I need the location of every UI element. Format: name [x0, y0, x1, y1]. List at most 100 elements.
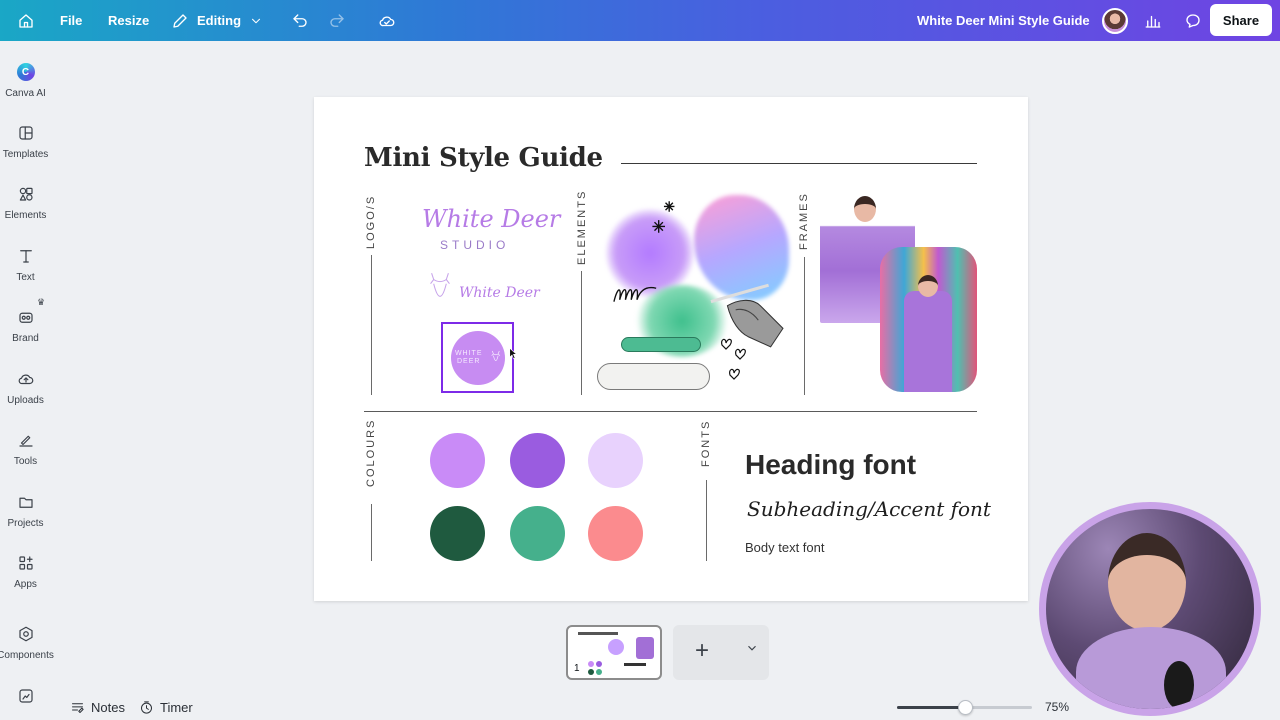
section-divider-horizontal: [364, 411, 977, 412]
templates-icon: [18, 126, 33, 140]
sidebar-item-canva-ai[interactable]: C Canva AI: [0, 49, 51, 107]
sidebar-item-brand[interactable]: Brand ♛: [0, 294, 51, 352]
pencil-icon: [173, 13, 187, 28]
zoom-slider[interactable]: [897, 700, 1032, 715]
brand-icon: [18, 312, 33, 323]
bar-chart-icon: [1145, 15, 1161, 28]
left-sidebar: C Canva AI Templates Elements Text Brand…: [0, 41, 54, 720]
green-pill-shape[interactable]: [621, 337, 701, 352]
home-icon: [19, 13, 33, 28]
subheading-font-sample[interactable]: Subheading/Accent font: [747, 497, 991, 521]
deer-head-icon: [491, 350, 501, 361]
chevron-down-icon: [252, 18, 261, 23]
page-title[interactable]: Mini Style Guide: [364, 143, 603, 173]
elements-icon: [19, 187, 33, 201]
sidebar-item-label: Canva AI: [5, 88, 46, 99]
thumb-title: [578, 632, 618, 635]
notes-button[interactable]: Notes: [70, 696, 125, 718]
microphone: [1164, 661, 1194, 709]
projects-icon: [18, 497, 33, 508]
sidebar-item-text[interactable]: Text: [0, 233, 51, 291]
section-divider: [581, 271, 582, 395]
body-font-sample[interactable]: Body text font: [745, 540, 825, 555]
frame-photo-colorful-backdrop[interactable]: [880, 247, 977, 392]
cloud-save-status[interactable]: [378, 0, 396, 41]
share-button[interactable]: Share: [1210, 4, 1272, 36]
sidebar-item-elements[interactable]: Elements: [0, 171, 51, 229]
colour-swatch[interactable]: [588, 433, 643, 488]
thumb-shape: [608, 639, 624, 655]
logo-wordmark-small: White Deer: [459, 285, 540, 301]
insights-button[interactable]: [1144, 0, 1162, 41]
text-icon: [19, 250, 32, 263]
sidebar-item-tools[interactable]: Tools: [0, 417, 51, 475]
resize-button[interactable]: Resize: [108, 0, 149, 41]
thumb-text: [624, 663, 646, 666]
redo-button[interactable]: [328, 0, 346, 41]
white-pill-shape[interactable]: [597, 363, 710, 390]
notes-label: Notes: [91, 699, 125, 715]
sidebar-item-components[interactable]: Components: [0, 611, 54, 669]
colour-swatch[interactable]: [430, 506, 485, 561]
colour-swatch[interactable]: [510, 433, 565, 488]
sidebar-item-label: Templates: [2, 149, 49, 160]
design-page[interactable]: Mini Style Guide LOGO/S White Deer STUDI…: [314, 97, 1028, 601]
photo-face: [918, 275, 938, 297]
cloud-check-icon: [379, 15, 395, 26]
chevron-down-icon[interactable]: [745, 641, 759, 655]
add-page-button[interactable]: +: [673, 625, 769, 680]
canva-ai-icon: C: [16, 63, 35, 81]
thumb-shape: [596, 669, 602, 675]
thumb-shape: [588, 661, 594, 667]
sidebar-item-uploads[interactable]: Uploads: [0, 356, 51, 414]
magic-media-icon: [18, 689, 33, 703]
badge-text: WHITE DEER: [454, 349, 483, 365]
components-icon: [18, 626, 33, 642]
avatar: [1102, 7, 1128, 34]
sidebar-item-label: Uploads: [7, 395, 44, 406]
section-label-frames: FRAMES: [798, 192, 810, 250]
timer-button[interactable]: Timer: [139, 696, 193, 718]
notes-icon: [72, 702, 84, 713]
section-divider: [706, 480, 707, 561]
colour-swatch[interactable]: [588, 506, 643, 561]
thumb-shape: [588, 669, 594, 675]
leaf-doodle-icon: [721, 338, 746, 380]
uploads-icon: [18, 374, 33, 385]
redo-icon: [330, 13, 344, 27]
file-menu[interactable]: File: [60, 0, 82, 41]
section-divider: [371, 504, 372, 561]
deer-icon: [430, 273, 450, 297]
logo-wordmark[interactable]: White Deer: [422, 205, 560, 233]
sidebar-item-templates[interactable]: Templates: [0, 110, 51, 168]
logo-badge-selected[interactable]: WHITE DEER: [441, 322, 514, 393]
deer-sketch-logo[interactable]: White Deer: [419, 265, 540, 315]
top-bar: File Resize Editing White Deer Mini Styl…: [0, 0, 1280, 41]
colour-swatch[interactable]: [510, 506, 565, 561]
sidebar-item-more[interactable]: [0, 673, 51, 713]
badge-circle: WHITE DEER: [450, 330, 505, 385]
thumb-shape: [636, 637, 654, 659]
zoom-level[interactable]: 75%: [1045, 700, 1069, 714]
sidebar-item-label: Projects: [7, 518, 44, 529]
zoom-slider-handle[interactable]: [957, 700, 973, 715]
page-thumbnail[interactable]: 1: [566, 625, 662, 680]
collaborator-avatar[interactable]: [1102, 0, 1128, 41]
heading-font-sample[interactable]: Heading font: [745, 449, 916, 481]
sidebar-item-projects[interactable]: Projects: [0, 479, 51, 537]
home-button[interactable]: [17, 0, 35, 41]
editing-mode-dropdown[interactable]: Editing: [171, 0, 263, 41]
sidebar-item-apps[interactable]: Apps: [0, 540, 51, 598]
tools-icon: [18, 435, 33, 447]
webcam-video: [1046, 509, 1254, 709]
document-title[interactable]: White Deer Mini Style Guide: [917, 0, 1090, 41]
undo-button[interactable]: [291, 0, 309, 41]
colour-swatch[interactable]: [430, 433, 485, 488]
section-label-logos: LOGO/S: [365, 194, 377, 249]
page-number: 1: [574, 663, 580, 674]
section-divider: [804, 257, 805, 395]
presenter-webcam-bubble[interactable]: [1039, 502, 1261, 716]
zoom-slider-fill: [897, 706, 965, 709]
photo-face: [854, 196, 876, 222]
comments-button[interactable]: [1184, 0, 1202, 41]
